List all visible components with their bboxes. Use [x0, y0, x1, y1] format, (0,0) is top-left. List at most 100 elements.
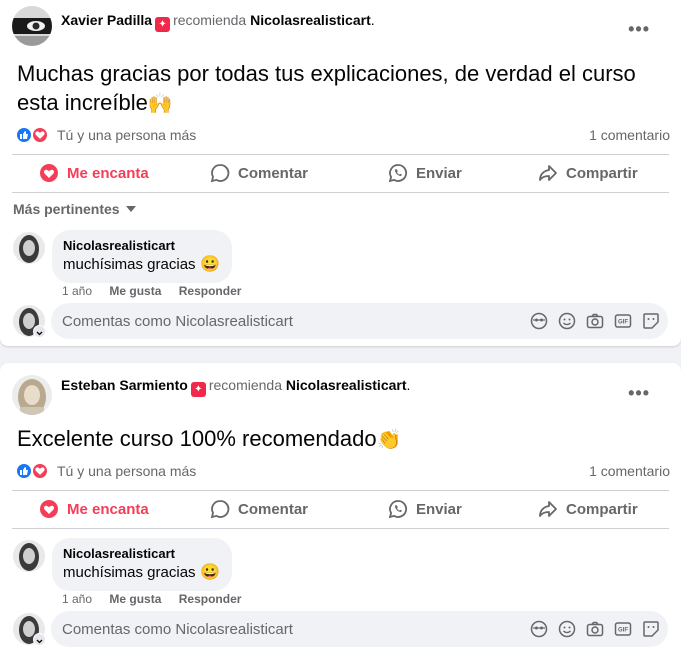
- share-button[interactable]: Compartir: [538, 491, 638, 527]
- post-text: Muchas gracias por todas tus explicacion…: [17, 59, 657, 119]
- comment-icon: [210, 500, 230, 519]
- comment-meta: 1 año Me gusta Responder: [62, 592, 255, 606]
- share-button[interactable]: Compartir: [538, 155, 638, 191]
- whatsapp-icon: [388, 164, 407, 183]
- author-name[interactable]: Xavier Padilla: [61, 12, 152, 28]
- camera-icon[interactable]: [586, 620, 604, 638]
- composer-avatar[interactable]: [13, 305, 46, 338]
- comment-sort-dropdown[interactable]: Más pertinentes: [13, 201, 136, 217]
- love-reaction-icon: [31, 126, 49, 144]
- reactions-bar: Tú y una persona más 1 comentario: [15, 461, 670, 483]
- svg-text:GIF: GIF: [618, 628, 628, 634]
- chevron-down-icon[interactable]: [33, 325, 46, 338]
- whatsapp-icon: [388, 500, 407, 519]
- love-button[interactable]: Me encanta: [39, 155, 149, 191]
- post-header-text: Xavier Padilla ✦ recomienda Nicolasrealist…: [61, 12, 375, 32]
- share-label: Compartir: [566, 500, 638, 518]
- avatar-sticker-icon[interactable]: [530, 620, 548, 638]
- camera-icon[interactable]: [586, 312, 604, 330]
- send-label: Enviar: [416, 500, 462, 518]
- heart-icon: [40, 500, 58, 518]
- clapping-hands-emoji: 👏: [376, 429, 402, 451]
- love-reaction-icon: [31, 462, 49, 480]
- composer-avatar[interactable]: [13, 613, 46, 646]
- page-name[interactable]: Nicolasrealisticart: [286, 377, 407, 393]
- period: .: [406, 377, 411, 393]
- sticker-icon[interactable]: [642, 312, 660, 330]
- emoji-icon[interactable]: [558, 312, 576, 330]
- emoji-icon[interactable]: [558, 620, 576, 638]
- love-button[interactable]: Me encanta: [39, 491, 149, 527]
- more-options-icon[interactable]: •••: [628, 383, 650, 404]
- post-header: Esteban Sarmiento ✦ recomienda Nicolasreal…: [12, 363, 672, 415]
- comment-author[interactable]: Nicolasrealisticart: [63, 238, 220, 254]
- comment-composer[interactable]: GIF: [51, 611, 668, 647]
- recommend-badge-icon: ✦: [155, 17, 171, 32]
- comment-input[interactable]: [62, 303, 512, 339]
- svg-text:GIF: GIF: [618, 320, 628, 326]
- post-text: Excelente curso 100% recomendado👏: [17, 424, 657, 455]
- post-body: Excelente curso 100% recomendado: [17, 426, 377, 451]
- post-body: Muchas gracias por todas tus explicacion…: [17, 61, 636, 115]
- send-button[interactable]: Enviar: [388, 491, 462, 527]
- post-header: Xavier Padilla ✦ recomienda Nicolasrealist…: [12, 0, 672, 46]
- comment-icon: [210, 164, 230, 183]
- action-bar: Me encanta Comentar Enviar Compartir: [12, 155, 669, 191]
- heart-icon: [40, 164, 58, 182]
- comment-bubble: Nicolasrealisticart muchísimas gracias 😀: [52, 230, 232, 283]
- share-icon: [539, 501, 557, 517]
- comment-composer[interactable]: GIF: [51, 303, 668, 339]
- comment-like-button[interactable]: Me gusta: [109, 592, 161, 606]
- send-button[interactable]: Enviar: [388, 155, 462, 191]
- post-card: Esteban Sarmiento ✦ recomienda Nicolasreal…: [0, 363, 681, 656]
- author-avatar[interactable]: [12, 6, 52, 46]
- page-name[interactable]: Nicolasrealisticart: [250, 12, 371, 28]
- post-card: Xavier Padilla ✦ recomienda Nicolasrealist…: [0, 0, 681, 346]
- comment-meta: 1 año Me gusta Responder: [62, 284, 255, 298]
- send-label: Enviar: [416, 164, 462, 182]
- author-avatar[interactable]: [12, 375, 52, 415]
- recommends-label: recomienda: [173, 12, 247, 28]
- reaction-summary[interactable]: Tú y una persona más: [57, 463, 196, 479]
- comment-reply-button[interactable]: Responder: [179, 284, 242, 298]
- author-name[interactable]: Esteban Sarmiento: [61, 377, 188, 393]
- divider: [12, 192, 669, 193]
- comment-author[interactable]: Nicolasrealisticart: [63, 546, 220, 562]
- chevron-down-icon[interactable]: [33, 633, 46, 646]
- comment-time[interactable]: 1 año: [62, 592, 92, 606]
- reactions-bar: Tú y una persona más 1 comentario: [15, 125, 670, 147]
- comment-time[interactable]: 1 año: [62, 284, 92, 298]
- reaction-summary[interactable]: Tú y una persona más: [57, 127, 196, 143]
- comment-button[interactable]: Comentar: [210, 155, 308, 191]
- caret-down-icon: [125, 206, 136, 212]
- divider: [12, 528, 669, 529]
- comment-like-button[interactable]: Me gusta: [109, 284, 161, 298]
- avatar-sticker-icon[interactable]: [530, 312, 548, 330]
- share-icon: [539, 165, 557, 181]
- grinning-emoji: 😀: [200, 256, 220, 273]
- comment-count[interactable]: 1 comentario: [589, 127, 670, 143]
- comment-button[interactable]: Comentar: [210, 491, 308, 527]
- commenter-avatar[interactable]: [13, 232, 45, 264]
- gif-icon[interactable]: GIF: [614, 620, 632, 638]
- comment-text: muchísimas gracias: [63, 564, 196, 581]
- reaction-icons[interactable]: [15, 462, 53, 482]
- commenter-avatar[interactable]: [13, 540, 45, 572]
- share-label: Compartir: [566, 164, 638, 182]
- period: .: [370, 12, 375, 28]
- action-bar: Me encanta Comentar Enviar Compartir: [12, 491, 669, 527]
- more-options-icon[interactable]: •••: [628, 19, 650, 40]
- comment-text: muchísimas gracias: [63, 256, 196, 273]
- comment-count[interactable]: 1 comentario: [589, 463, 670, 479]
- gif-icon[interactable]: GIF: [614, 312, 632, 330]
- grinning-emoji: 😀: [200, 564, 220, 581]
- love-label: Me encanta: [67, 500, 149, 518]
- comment-label: Comentar: [238, 500, 309, 518]
- raising-hands-emoji: 🙌: [147, 93, 173, 115]
- reaction-icons[interactable]: [15, 126, 53, 146]
- comment-reply-button[interactable]: Responder: [179, 592, 242, 606]
- sticker-icon[interactable]: [642, 620, 660, 638]
- love-label: Me encanta: [67, 164, 149, 182]
- sort-label: Más pertinentes: [13, 201, 120, 217]
- comment-input[interactable]: [62, 611, 512, 647]
